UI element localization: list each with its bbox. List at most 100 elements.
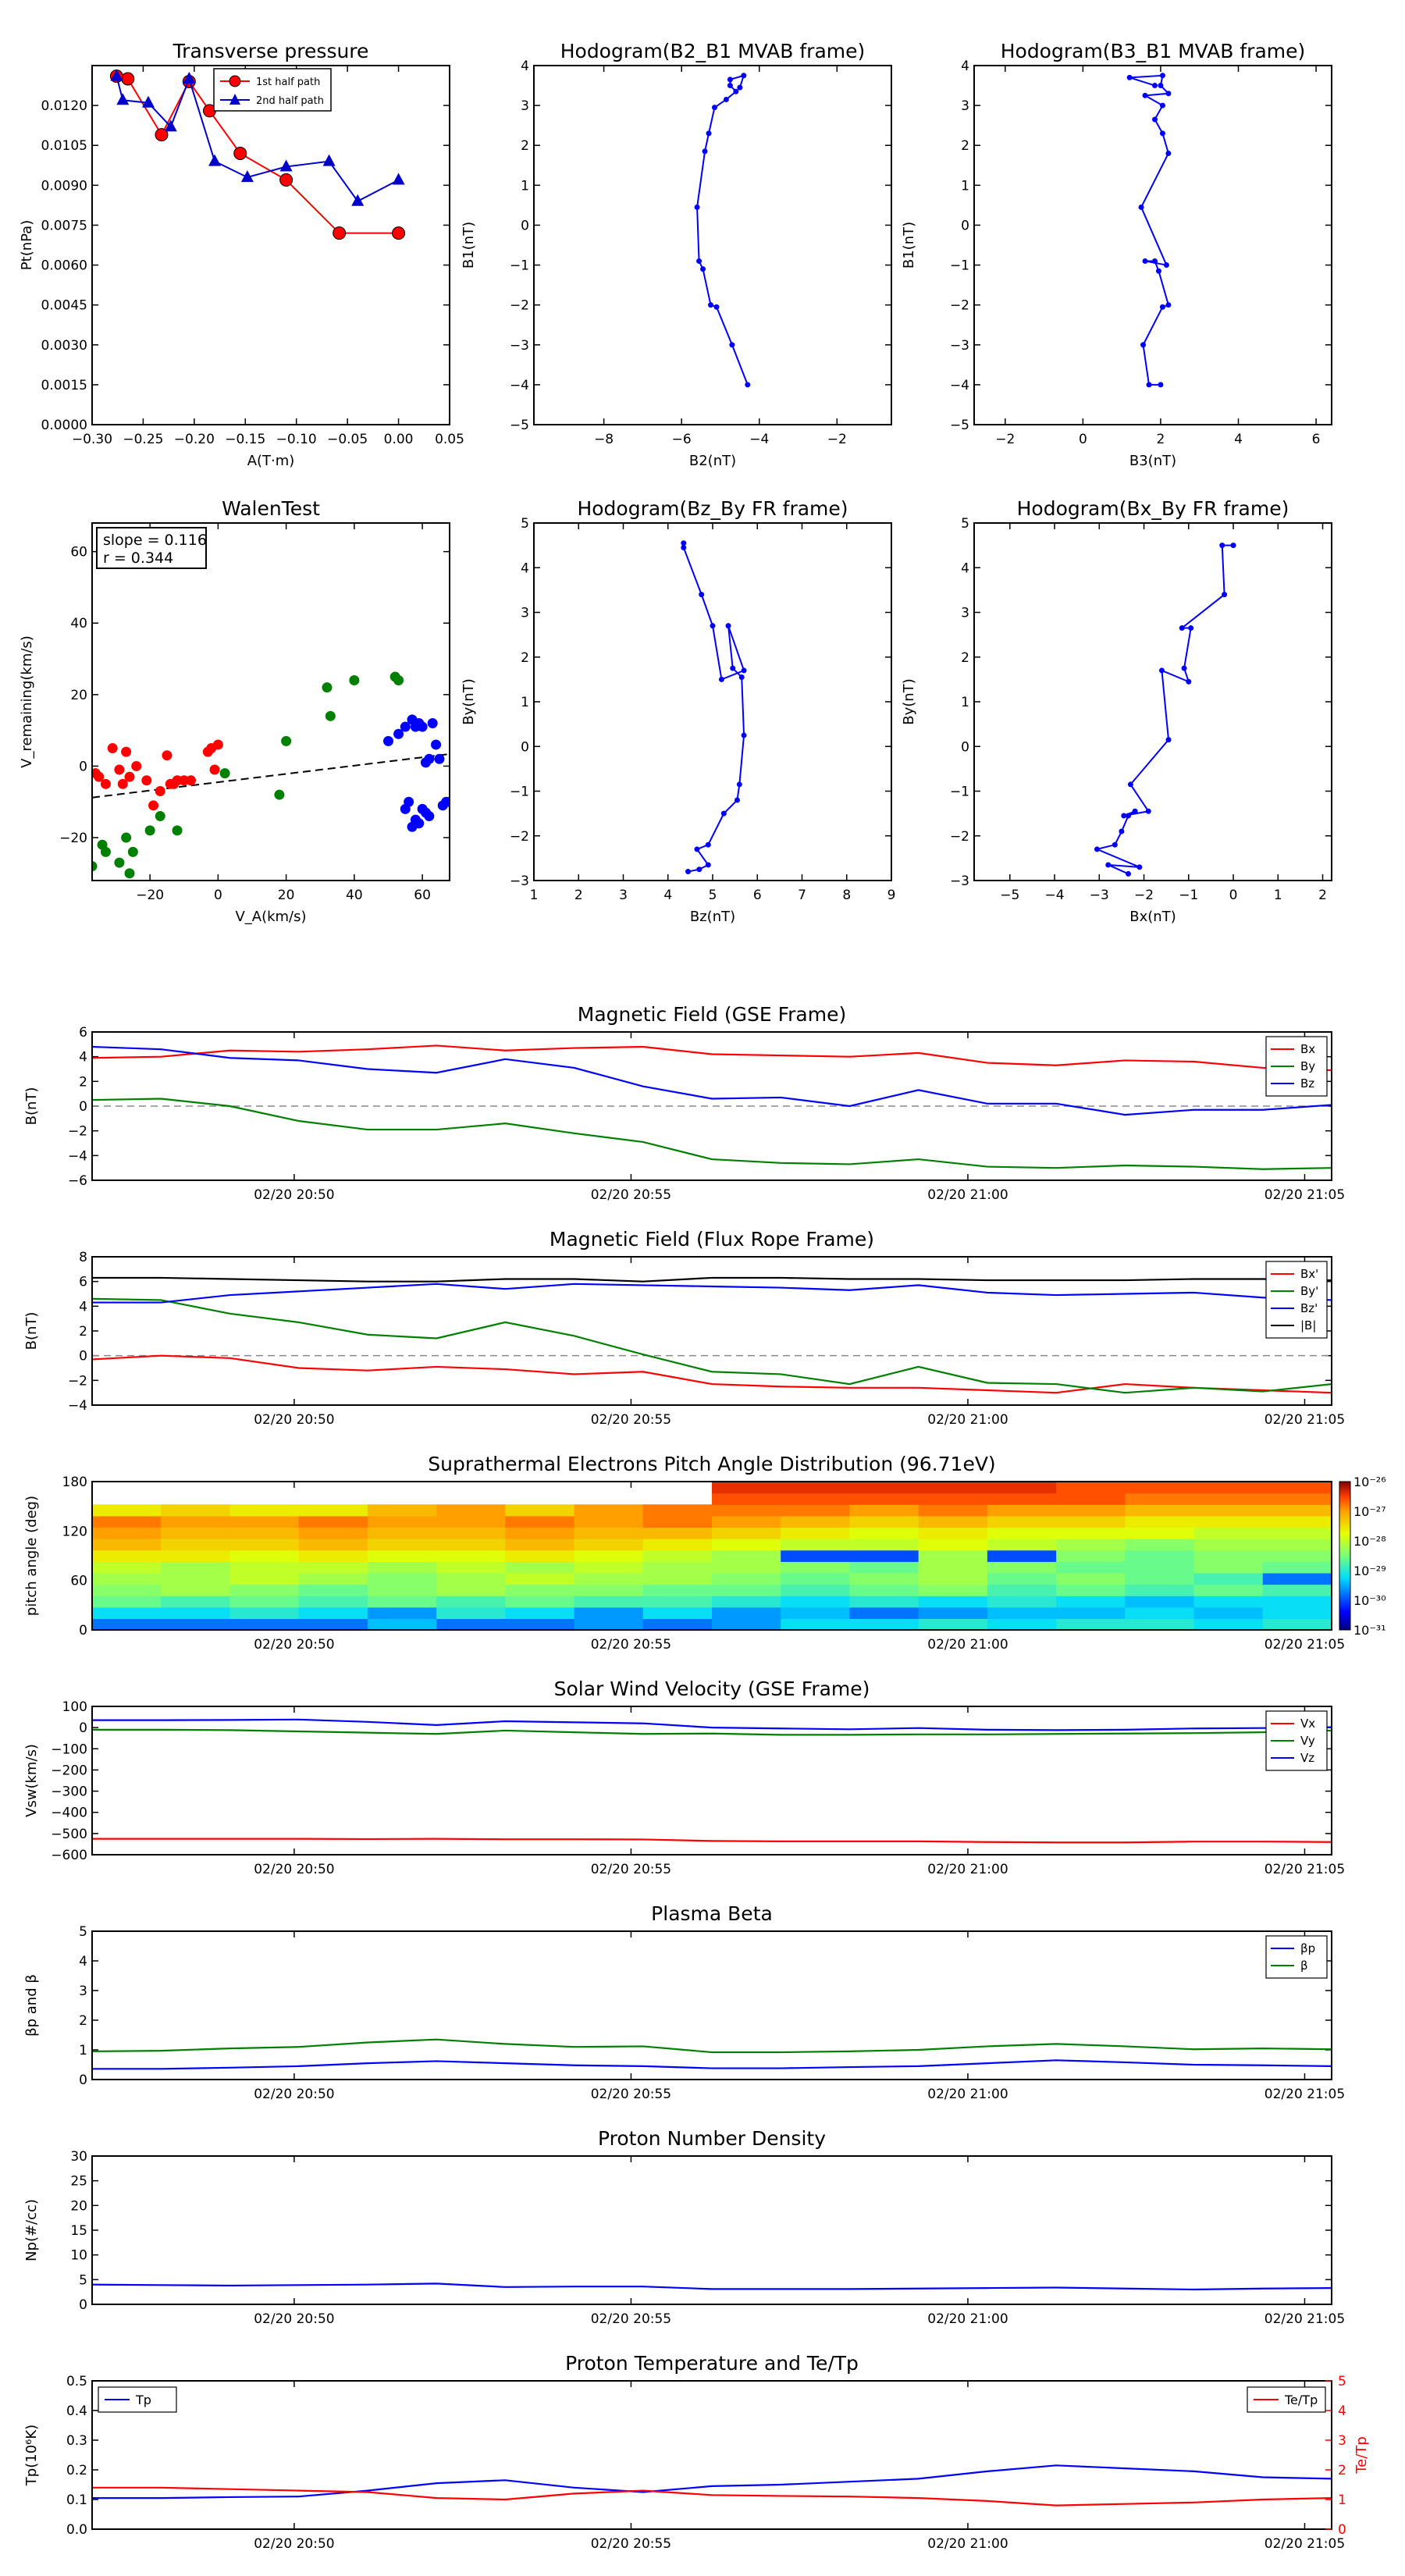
heatmap-cell xyxy=(436,1596,506,1608)
data-point xyxy=(694,846,700,852)
data-point xyxy=(155,786,165,796)
pad-panel: Suprathermal Electrons Pitch Angle Distr… xyxy=(23,1453,1386,1653)
x-tick-label: 02/20 20:50 xyxy=(254,2087,334,2102)
data-point xyxy=(404,796,414,807)
x-tick-label: −3 xyxy=(1090,888,1109,903)
heatmap-cell xyxy=(229,1596,300,1608)
heatmap-cell xyxy=(918,1493,988,1505)
y-tick-label: 8 xyxy=(79,1250,87,1265)
data-point xyxy=(733,88,739,94)
data-point xyxy=(1142,258,1148,264)
data-point xyxy=(212,739,223,750)
data-point xyxy=(1112,841,1118,848)
heatmap-cell xyxy=(367,1550,437,1562)
data-point xyxy=(718,676,724,682)
hodo_bzby-ylabel: By(nT) xyxy=(461,678,477,724)
x-tick-label: 4 xyxy=(1234,432,1243,447)
data-point xyxy=(219,768,230,779)
x-tick-label: 02/20 21:00 xyxy=(927,2311,1008,2327)
heatmap-cell xyxy=(574,1527,644,1539)
transverse-xlabel: A(T·m) xyxy=(247,453,295,469)
y-tick-label: 2 xyxy=(79,1074,87,1090)
heatmap-cell xyxy=(781,1618,851,1630)
bgse-plot xyxy=(92,1044,1332,1170)
data-point xyxy=(431,739,442,750)
hodo_bxby-panel: Hodogram(Bx_By FR frame) −5 −4 −3 −2 −1 0 1 2 −3 −… xyxy=(901,497,1332,925)
heatmap-cell xyxy=(367,1572,437,1585)
heatmap-cell xyxy=(505,1596,575,1608)
colorbar-tick-label: 10⁻²⁷ xyxy=(1353,1504,1386,1519)
y-tick-label: −5 xyxy=(950,418,969,433)
data-point xyxy=(730,665,736,671)
data-point xyxy=(1140,342,1147,348)
heatmap-cell xyxy=(849,1572,919,1585)
y-tick-label: 4 xyxy=(521,560,529,576)
heatmap-cell xyxy=(987,1515,1057,1528)
tp-panel: Proton Temperature and Te/Tp 02/20 20:50 0… xyxy=(23,2352,1370,2552)
data-point xyxy=(274,789,285,800)
legend-label: |B| xyxy=(1300,1318,1316,1332)
heatmap-cell xyxy=(712,1493,781,1505)
heatmap-cell xyxy=(1262,1596,1332,1608)
legend-label: β xyxy=(1300,1959,1308,1973)
series-line-0 xyxy=(1129,74,1171,386)
beta-frame xyxy=(91,1930,1332,2080)
heatmap-cell xyxy=(781,1493,851,1505)
heatmap-cell xyxy=(1262,1572,1332,1585)
heatmap-cell xyxy=(161,1550,231,1562)
heatmap-cell xyxy=(781,1606,851,1619)
walen-title: WalenTest xyxy=(222,497,320,520)
data-point xyxy=(100,846,111,857)
heatmap-cell xyxy=(436,1527,506,1539)
heatmap-cell xyxy=(918,1618,988,1630)
walen-ylabel: V_remaining(km/s) xyxy=(19,635,35,768)
heatmap-cell xyxy=(1056,1504,1126,1517)
hodo_bzby-title: Hodogram(Bz_By FR frame) xyxy=(577,497,848,520)
legend-label: Te/Tp xyxy=(1284,2393,1318,2407)
hodo_b3b1-ylabel: B1(nT) xyxy=(901,222,917,269)
data-point xyxy=(434,753,445,764)
data-point xyxy=(685,869,692,875)
heatmap-cell xyxy=(436,1572,506,1585)
heatmap-cell xyxy=(642,1572,713,1585)
y-tick-label: −100 xyxy=(51,1742,87,1757)
heatmap-cell xyxy=(781,1561,851,1574)
annotation-text: slope = 0.116 xyxy=(103,532,207,549)
heatmap-cell xyxy=(436,1618,506,1630)
data-point xyxy=(1159,73,1165,79)
hodo_b2b1-panel: Hodogram(B2_B1 MVAB frame) −8 −6 −4 −2 −5 −4 −3… xyxy=(461,40,892,469)
colorbar-tick-label: 10⁻³⁰ xyxy=(1353,1593,1386,1608)
y-tick-label: −4 xyxy=(68,1398,87,1414)
heatmap-cell xyxy=(781,1584,851,1596)
heatmap-cell xyxy=(298,1606,368,1619)
data-point xyxy=(392,173,405,185)
data-point xyxy=(729,342,735,348)
heatmap-cell xyxy=(712,1539,781,1551)
data-point xyxy=(700,266,706,272)
data-point xyxy=(1151,258,1158,264)
legend-label: 1st half path xyxy=(256,76,320,88)
x-tick-label: −20 xyxy=(136,888,164,903)
legend-label: Bx' xyxy=(1300,1267,1318,1281)
x-tick-label: −6 xyxy=(672,432,692,447)
heatmap-cell xyxy=(92,1584,162,1596)
heatmap-cell xyxy=(1056,1572,1126,1585)
x-tick-label: 02/20 21:05 xyxy=(1264,1412,1345,1428)
data-point xyxy=(322,154,336,166)
heatmap-cell xyxy=(987,1493,1057,1505)
y-tick-label: −3 xyxy=(950,873,969,889)
heatmap-cell xyxy=(1056,1527,1126,1539)
y-tick-label: 3 xyxy=(521,606,529,621)
legend-label: Vx xyxy=(1300,1717,1315,1731)
heatmap-cell xyxy=(161,1572,231,1585)
heatmap-cell xyxy=(781,1482,851,1494)
pad-ylabel: pitch angle (deg) xyxy=(23,1496,40,1616)
heatmap-cell xyxy=(229,1527,300,1539)
heatmap-cell xyxy=(505,1550,575,1562)
heatmap-cell xyxy=(1193,1561,1264,1574)
y-tick-label: 0.0120 xyxy=(41,98,87,114)
heatmap-cell xyxy=(918,1572,988,1585)
np-plot xyxy=(92,2282,1332,2291)
np-frame xyxy=(91,2155,1332,2305)
y-tick-label: −3 xyxy=(510,338,529,354)
